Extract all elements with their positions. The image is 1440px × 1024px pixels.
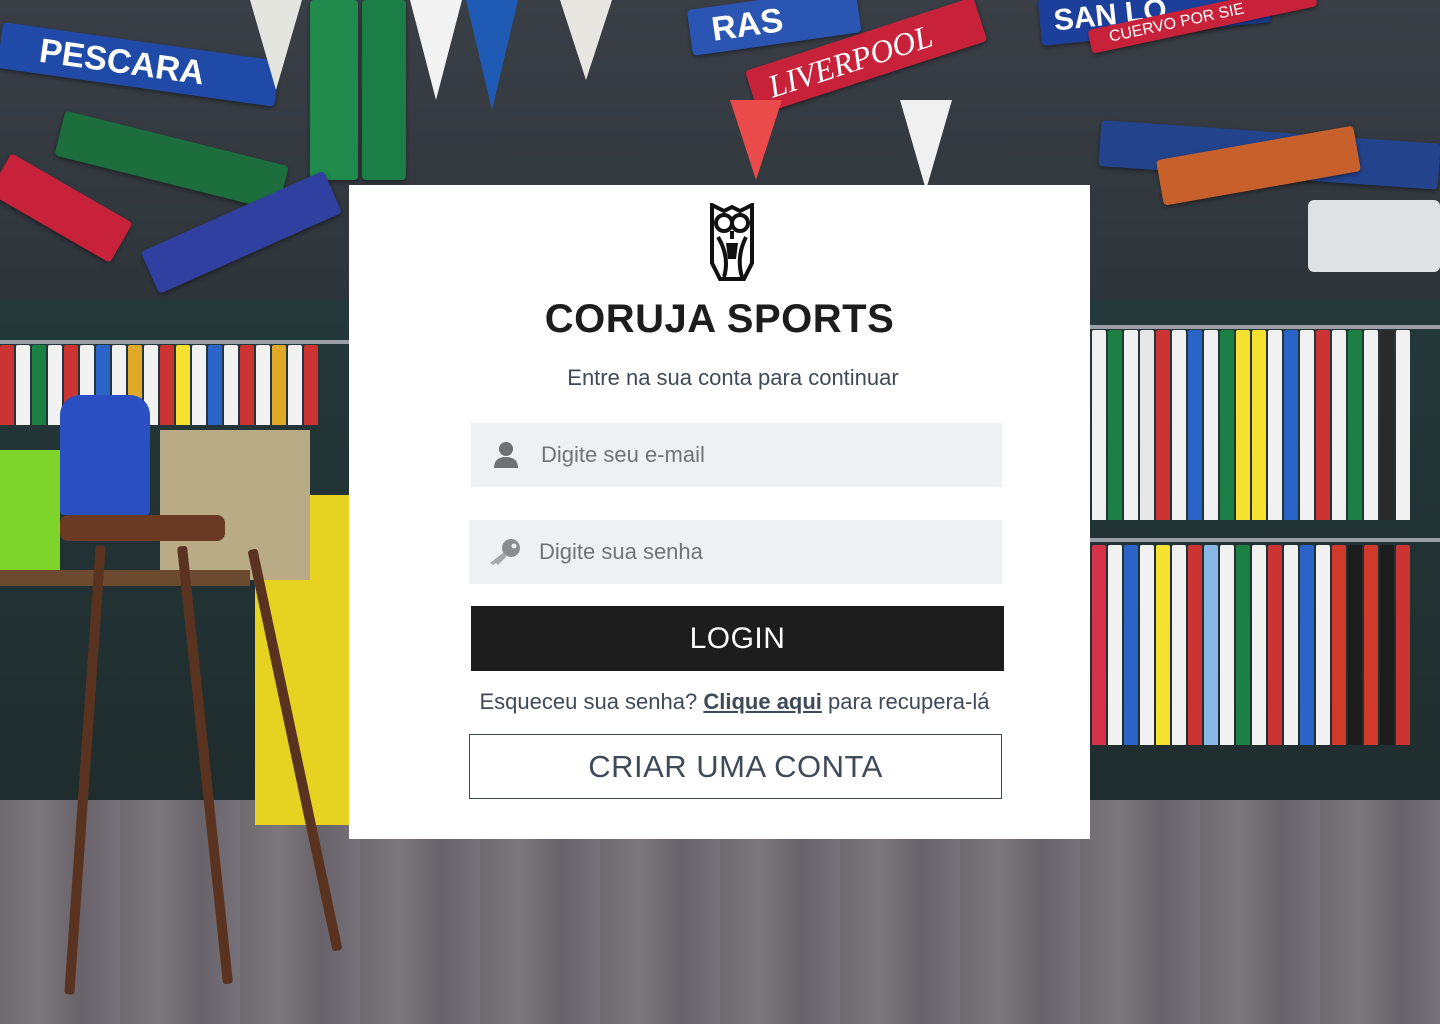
forgot-suffix: para recupera-lá xyxy=(828,689,990,714)
background-pennant xyxy=(250,0,302,90)
recover-password-link[interactable]: Clique aqui xyxy=(703,689,822,714)
background-rail xyxy=(1090,325,1440,329)
login-button[interactable]: LOGIN xyxy=(471,606,1004,671)
password-field[interactable] xyxy=(469,520,1002,584)
background-rail xyxy=(1090,538,1440,542)
email-input[interactable] xyxy=(541,442,981,468)
password-input[interactable] xyxy=(539,539,979,565)
background-shirt-green xyxy=(0,450,60,570)
brand-title: CORUJA SPORTS xyxy=(544,297,895,341)
forgot-password-text: Esqueceu sua senha? Clique aqui para rec… xyxy=(349,689,1120,715)
background-rail xyxy=(0,340,350,344)
forgot-prefix: Esqueceu sua senha? xyxy=(479,689,698,714)
background-table xyxy=(0,570,250,586)
background-stool-seat xyxy=(60,515,225,541)
background-scarf xyxy=(310,0,358,180)
owl-logo-icon xyxy=(710,203,754,281)
background-shirt-rack xyxy=(1092,545,1410,745)
background-mannequin-shirt xyxy=(60,395,150,515)
background-pennant xyxy=(410,0,462,100)
user-icon xyxy=(471,441,541,469)
background-pennant xyxy=(900,100,952,190)
scarf-text: RAS xyxy=(709,1,786,49)
background-shirt-rack xyxy=(0,345,318,425)
login-subtitle: Entre na sua conta para continuar xyxy=(567,365,899,390)
background-shirt-rack xyxy=(1092,330,1410,520)
background-air-conditioner xyxy=(1308,200,1440,272)
email-field[interactable] xyxy=(471,423,1002,487)
login-card: CORUJA SPORTS Entre na sua conta para co… xyxy=(349,185,1090,839)
key-icon xyxy=(469,538,539,566)
create-account-button[interactable]: CRIAR UMA CONTA xyxy=(469,734,1002,799)
background-scarf xyxy=(362,0,406,180)
background-pennant xyxy=(560,0,612,80)
background-pennant xyxy=(466,0,518,110)
background-pennant xyxy=(730,100,782,180)
